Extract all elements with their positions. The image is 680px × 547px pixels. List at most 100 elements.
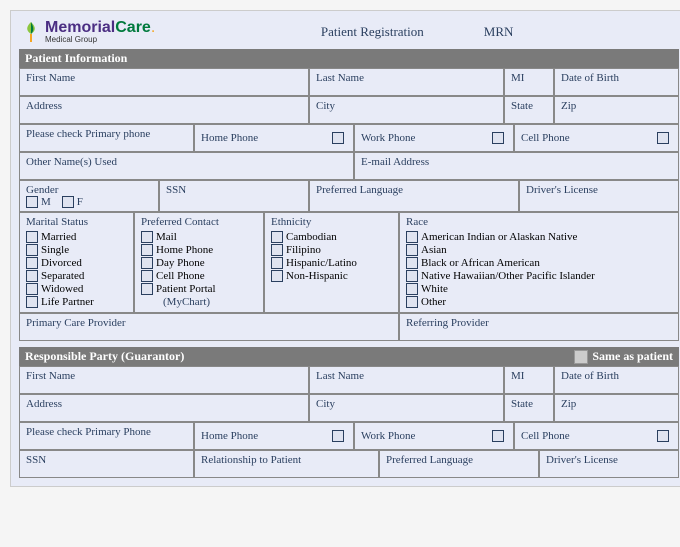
email-field[interactable]: E-mail Address — [354, 152, 679, 180]
race-checkbox[interactable] — [406, 270, 418, 282]
rp-first-name-field[interactable]: First Name — [19, 366, 309, 394]
contact-option[interactable]: Mail — [141, 231, 257, 243]
marital-checkbox[interactable] — [26, 296, 38, 308]
pcp-field[interactable]: Primary Care Provider — [19, 313, 399, 341]
mi-field[interactable]: MI — [504, 68, 554, 96]
contact-checkbox[interactable] — [141, 270, 153, 282]
last-name-field[interactable]: Last Name — [309, 68, 504, 96]
marital-checkbox[interactable] — [26, 283, 38, 295]
ssn-field[interactable]: SSN — [159, 180, 309, 212]
work-phone-checkbox[interactable] — [492, 132, 504, 144]
race-option[interactable]: Black or African American — [406, 257, 672, 269]
marital-checkbox[interactable] — [26, 270, 38, 282]
rp-cell-phone-field[interactable]: Cell Phone — [514, 422, 679, 450]
rp-pref-lang-field[interactable]: Preferred Language — [379, 450, 539, 478]
race-option[interactable]: Asian — [406, 244, 672, 256]
rp-address-field[interactable]: Address — [19, 394, 309, 422]
contact-option[interactable]: Home Phone — [141, 244, 257, 256]
gender-field[interactable]: Gender M F — [19, 180, 159, 212]
rp-state-field[interactable]: State — [504, 394, 554, 422]
rp-license-field[interactable]: Driver's License — [539, 450, 679, 478]
home-phone-checkbox[interactable] — [332, 132, 344, 144]
marital-checkbox[interactable] — [26, 231, 38, 243]
ethnicity-checkbox[interactable] — [271, 270, 283, 282]
logo: MemorialCare. Medical Group — [19, 19, 155, 44]
rp-ssn-field[interactable]: SSN — [19, 450, 194, 478]
race-checkbox[interactable] — [406, 257, 418, 269]
contact-sublabel: (MyChart) — [141, 296, 257, 308]
rp-work-phone-checkbox[interactable] — [492, 430, 504, 442]
rp-zip-field[interactable]: Zip — [554, 394, 679, 422]
contact-option[interactable]: Cell Phone — [141, 270, 257, 282]
marital-checkbox[interactable] — [26, 257, 38, 269]
cell-phone-label: Cell Phone — [521, 132, 570, 144]
same-as-patient-label: Same as patient — [592, 349, 673, 364]
ethnicity-option[interactable]: Hispanic/Latino — [271, 257, 392, 269]
race-option[interactable]: American Indian or Alaskan Native — [406, 231, 672, 243]
contact-option[interactable]: Patient Portal — [141, 283, 257, 295]
cell-phone-field[interactable]: Cell Phone — [514, 124, 679, 152]
marital-label: Divorced — [41, 257, 82, 269]
race-label: Asian — [421, 244, 447, 256]
race-title: Race — [406, 216, 672, 228]
marital-label: Married — [41, 231, 76, 243]
contact-checkbox[interactable] — [141, 231, 153, 243]
ethnicity-checkbox[interactable] — [271, 257, 283, 269]
contact-checkbox[interactable] — [141, 283, 153, 295]
first-name-field[interactable]: First Name — [19, 68, 309, 96]
race-checkbox[interactable] — [406, 283, 418, 295]
rp-home-phone-field[interactable]: Home Phone — [194, 422, 354, 450]
gender-m-checkbox[interactable] — [26, 196, 38, 208]
home-phone-field[interactable]: Home Phone — [194, 124, 354, 152]
ethnicity-option[interactable]: Filipino — [271, 244, 392, 256]
marital-option[interactable]: Single — [26, 244, 127, 256]
gender-f-checkbox[interactable] — [62, 196, 74, 208]
contact-checkbox[interactable] — [141, 244, 153, 256]
race-option[interactable]: Other — [406, 296, 672, 308]
race-option[interactable]: White — [406, 283, 672, 295]
ethnicity-label: Hispanic/Latino — [286, 257, 357, 269]
license-field[interactable]: Driver's License — [519, 180, 679, 212]
rp-work-phone-label: Work Phone — [361, 430, 415, 442]
ethnicity-option[interactable]: Non-Hispanic — [271, 270, 392, 282]
ethnicity-checkbox[interactable] — [271, 244, 283, 256]
marital-option[interactable]: Widowed — [26, 283, 127, 295]
rp-home-phone-label: Home Phone — [201, 430, 258, 442]
rp-work-phone-field[interactable]: Work Phone — [354, 422, 514, 450]
cell-phone-checkbox[interactable] — [657, 132, 669, 144]
pref-lang-field[interactable]: Preferred Language — [309, 180, 519, 212]
address-field[interactable]: Address — [19, 96, 309, 124]
contact-checkbox[interactable] — [141, 257, 153, 269]
race-checkbox[interactable] — [406, 231, 418, 243]
marital-option[interactable]: Separated — [26, 270, 127, 282]
rp-mi-field[interactable]: MI — [504, 366, 554, 394]
referring-field[interactable]: Referring Provider — [399, 313, 679, 341]
primary-phone-label: Please check Primary phone — [19, 124, 194, 152]
marital-checkbox[interactable] — [26, 244, 38, 256]
race-checkbox[interactable] — [406, 244, 418, 256]
rp-relationship-field[interactable]: Relationship to Patient — [194, 450, 379, 478]
other-names-field[interactable]: Other Name(s) Used — [19, 152, 354, 180]
city-field[interactable]: City — [309, 96, 504, 124]
marital-option[interactable]: Married — [26, 231, 127, 243]
dob-field[interactable]: Date of Birth — [554, 68, 679, 96]
rp-home-phone-checkbox[interactable] — [332, 430, 344, 442]
contact-option[interactable]: Day Phone — [141, 257, 257, 269]
rp-city-field[interactable]: City — [309, 394, 504, 422]
rp-last-name-field[interactable]: Last Name — [309, 366, 504, 394]
zip-field[interactable]: Zip — [554, 96, 679, 124]
ethnicity-option[interactable]: Cambodian — [271, 231, 392, 243]
same-as-patient-checkbox[interactable] — [574, 350, 588, 364]
marital-option[interactable]: Life Partner — [26, 296, 127, 308]
contact-label: Mail — [156, 231, 177, 243]
race-option[interactable]: Native Hawaiian/Other Pacific Islander — [406, 270, 672, 282]
work-phone-label: Work Phone — [361, 132, 415, 144]
rp-dob-field[interactable]: Date of Birth — [554, 366, 679, 394]
rp-cell-phone-checkbox[interactable] — [657, 430, 669, 442]
work-phone-field[interactable]: Work Phone — [354, 124, 514, 152]
contact-label: Patient Portal — [156, 283, 216, 295]
state-field[interactable]: State — [504, 96, 554, 124]
marital-option[interactable]: Divorced — [26, 257, 127, 269]
race-checkbox[interactable] — [406, 296, 418, 308]
ethnicity-checkbox[interactable] — [271, 231, 283, 243]
